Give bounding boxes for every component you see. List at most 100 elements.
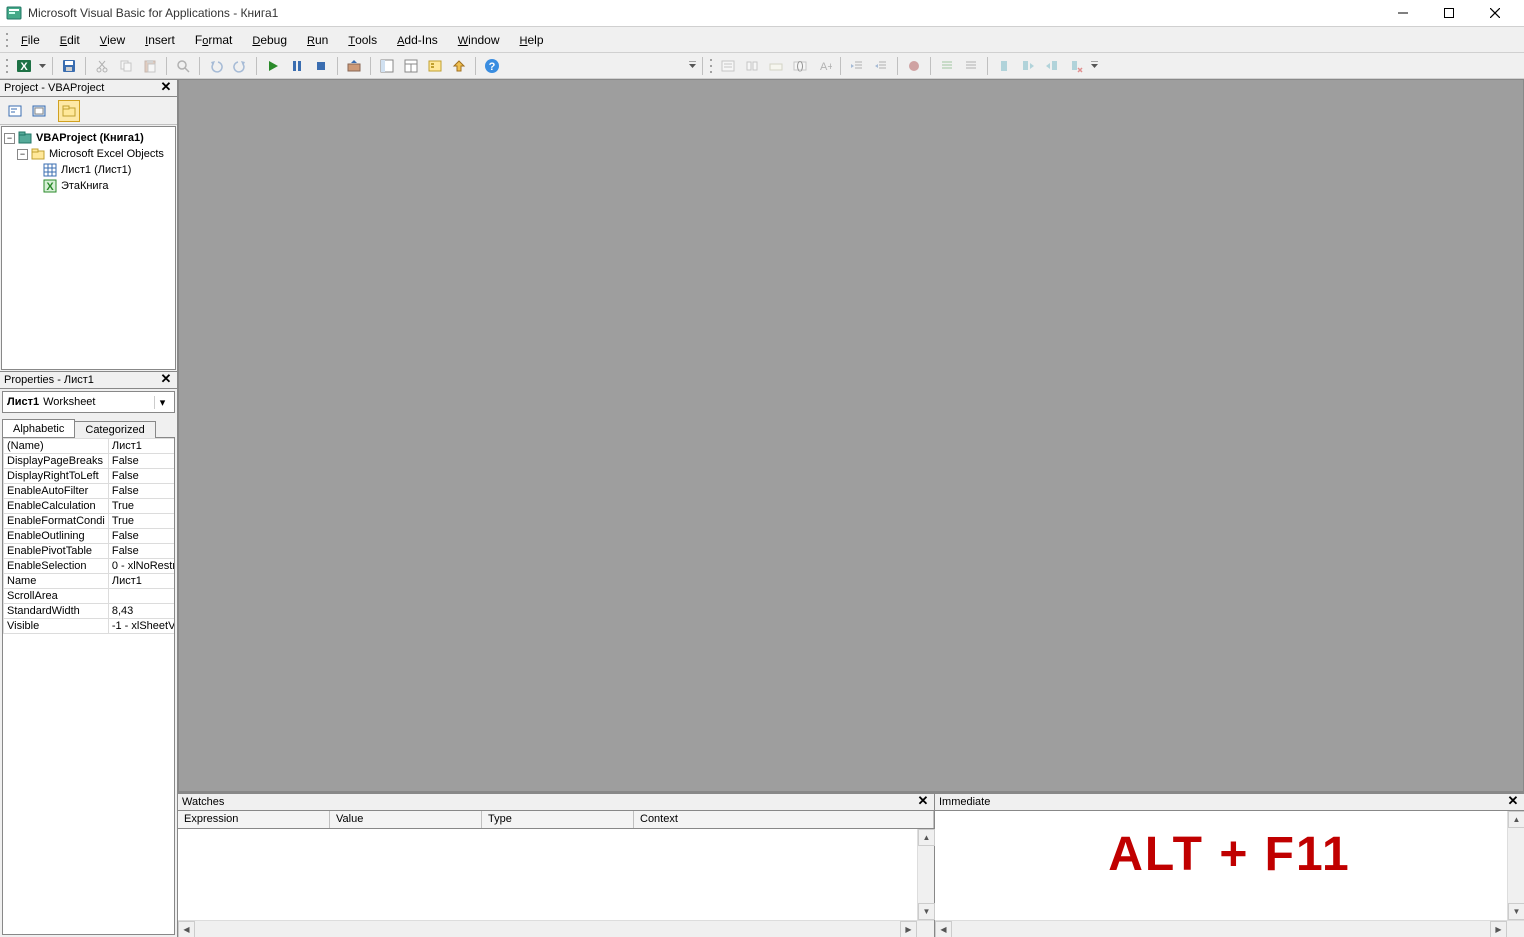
properties-grid[interactable]: (Name)Лист1DisplayPageBreaksFalseDisplay… <box>2 437 175 935</box>
mdi-workspace[interactable] <box>178 79 1524 792</box>
list-properties-icon[interactable] <box>717 55 739 77</box>
column-expression[interactable]: Expression <box>178 811 330 828</box>
find-icon[interactable] <box>172 55 194 77</box>
immediate-body[interactable]: ALT + F11 ▲ ▼ ◀ ▶ <box>935 811 1524 937</box>
project-explorer-icon[interactable] <box>376 55 398 77</box>
menu-run[interactable]: Run <box>297 29 338 51</box>
scroll-up-icon[interactable]: ▲ <box>918 829 935 846</box>
bookmark-prev-icon[interactable] <box>1041 55 1063 77</box>
property-value[interactable]: False <box>108 469 175 484</box>
run-icon[interactable] <box>262 55 284 77</box>
close-icon[interactable]: ✕ <box>916 795 930 809</box>
tab-categorized[interactable]: Categorized <box>74 421 155 438</box>
cut-icon[interactable] <box>91 55 113 77</box>
menu-format[interactable]: Format <box>185 29 242 51</box>
property-row[interactable]: DisplayPageBreaksFalse <box>4 454 176 469</box>
column-value[interactable]: Value <box>330 811 482 828</box>
menu-tools[interactable]: Tools <box>338 29 387 51</box>
property-row[interactable]: EnableOutliningFalse <box>4 529 176 544</box>
vertical-scrollbar[interactable]: ▲ ▼ <box>917 829 934 920</box>
menu-edit[interactable]: Edit <box>50 29 90 51</box>
properties-panel-header[interactable]: Properties - Лист1 ✕ <box>0 371 177 389</box>
property-value[interactable]: True <box>108 514 175 529</box>
bookmark-clear-icon[interactable] <box>1065 55 1087 77</box>
scroll-up-icon[interactable]: ▲ <box>1508 811 1524 828</box>
list-constants-icon[interactable] <box>741 55 763 77</box>
menu-addins[interactable]: Add-Ins <box>387 29 448 51</box>
quick-info-icon[interactable] <box>765 55 787 77</box>
property-row[interactable]: ScrollArea <box>4 589 176 604</box>
immediate-panel-header[interactable]: Immediate ✕ <box>935 793 1524 811</box>
close-icon[interactable]: ✕ <box>159 373 173 387</box>
parameter-info-icon[interactable]: () <box>789 55 811 77</box>
menu-view[interactable]: View <box>90 29 135 51</box>
outdent-icon[interactable] <box>870 55 892 77</box>
project-tree[interactable]: − VBAProject (Книга1) − Microsoft Excel … <box>1 126 176 370</box>
complete-word-icon[interactable]: A+ <box>813 55 835 77</box>
uncomment-block-icon[interactable] <box>960 55 982 77</box>
property-row[interactable]: Visible-1 - xlSheetVisible <box>4 619 176 634</box>
scroll-right-icon[interactable]: ▶ <box>900 921 917 937</box>
watches-panel-header[interactable]: Watches ✕ <box>178 793 934 811</box>
horizontal-scrollbar[interactable]: ◀ ▶ <box>178 920 934 937</box>
project-panel-header[interactable]: Project - VBAProject ✕ <box>0 79 177 97</box>
menu-file[interactable]: File <box>11 29 50 51</box>
scroll-down-icon[interactable]: ▼ <box>1508 903 1524 920</box>
bookmark-toggle-icon[interactable] <box>993 55 1015 77</box>
property-row[interactable]: NameЛист1 <box>4 574 176 589</box>
menu-window[interactable]: Window <box>448 29 510 51</box>
view-object-icon[interactable] <box>28 100 50 122</box>
tree-item[interactable]: X ЭтаКнига <box>4 178 173 194</box>
scroll-right-icon[interactable]: ▶ <box>1490 921 1507 937</box>
property-value[interactable]: False <box>108 529 175 544</box>
tree-item[interactable]: Лист1 (Лист1) <box>4 162 173 178</box>
save-icon[interactable] <box>58 55 80 77</box>
property-row[interactable]: EnableSelection0 - xlNoRestrictio <box>4 559 176 574</box>
property-value[interactable]: 0 - xlNoRestrictio <box>108 559 175 574</box>
redo-icon[interactable] <box>229 55 251 77</box>
tree-root[interactable]: − VBAProject (Книга1) <box>4 130 173 146</box>
break-icon[interactable] <box>286 55 308 77</box>
menu-help[interactable]: Help <box>510 29 554 51</box>
comment-block-icon[interactable] <box>936 55 958 77</box>
scroll-down-icon[interactable]: ▼ <box>918 903 935 920</box>
toolbox-icon[interactable] <box>448 55 470 77</box>
menu-insert[interactable]: Insert <box>135 29 185 51</box>
property-row[interactable]: EnableAutoFilterFalse <box>4 484 176 499</box>
property-value[interactable]: True <box>108 499 175 514</box>
horizontal-scrollbar[interactable]: ◀ ▶ <box>935 920 1524 937</box>
properties-window-icon[interactable] <box>400 55 422 77</box>
reset-icon[interactable] <box>310 55 332 77</box>
help-icon[interactable]: ? <box>481 55 503 77</box>
properties-object-select[interactable]: Лист1 Worksheet ▾ <box>2 391 175 413</box>
property-value[interactable]: -1 - xlSheetVisible <box>108 619 175 634</box>
minimize-button[interactable] <box>1380 0 1426 27</box>
undo-icon[interactable] <box>205 55 227 77</box>
maximize-button[interactable] <box>1426 0 1472 27</box>
breakpoint-icon[interactable] <box>903 55 925 77</box>
toolbar-overflow-icon[interactable] <box>1089 55 1099 77</box>
property-row[interactable]: EnableCalculationTrue <box>4 499 176 514</box>
property-value[interactable]: Лист1 <box>108 574 175 589</box>
property-value[interactable]: False <box>108 484 175 499</box>
collapse-icon[interactable]: − <box>4 133 15 144</box>
collapse-icon[interactable]: − <box>17 149 28 160</box>
menu-debug[interactable]: Debug <box>242 29 297 51</box>
indent-icon[interactable] <box>846 55 868 77</box>
property-row[interactable]: EnableFormatCondiTrue <box>4 514 176 529</box>
dropdown-arrow-icon[interactable]: ▾ <box>154 396 170 409</box>
copy-icon[interactable] <box>115 55 137 77</box>
vertical-scrollbar[interactable]: ▲ ▼ <box>1507 811 1524 920</box>
property-row[interactable]: DisplayRightToLeftFalse <box>4 469 176 484</box>
tab-alphabetic[interactable]: Alphabetic <box>2 419 75 437</box>
property-row[interactable]: (Name)Лист1 <box>4 439 176 454</box>
toggle-folders-icon[interactable] <box>58 100 80 122</box>
column-type[interactable]: Type <box>482 811 634 828</box>
property-value[interactable]: Лист1 <box>108 439 175 454</box>
scroll-left-icon[interactable]: ◀ <box>935 921 952 937</box>
bookmark-next-icon[interactable] <box>1017 55 1039 77</box>
toolbar-overflow-icon[interactable] <box>687 55 697 77</box>
close-icon[interactable]: ✕ <box>1506 795 1520 809</box>
property-value[interactable]: 8,43 <box>108 604 175 619</box>
property-value[interactable]: False <box>108 454 175 469</box>
